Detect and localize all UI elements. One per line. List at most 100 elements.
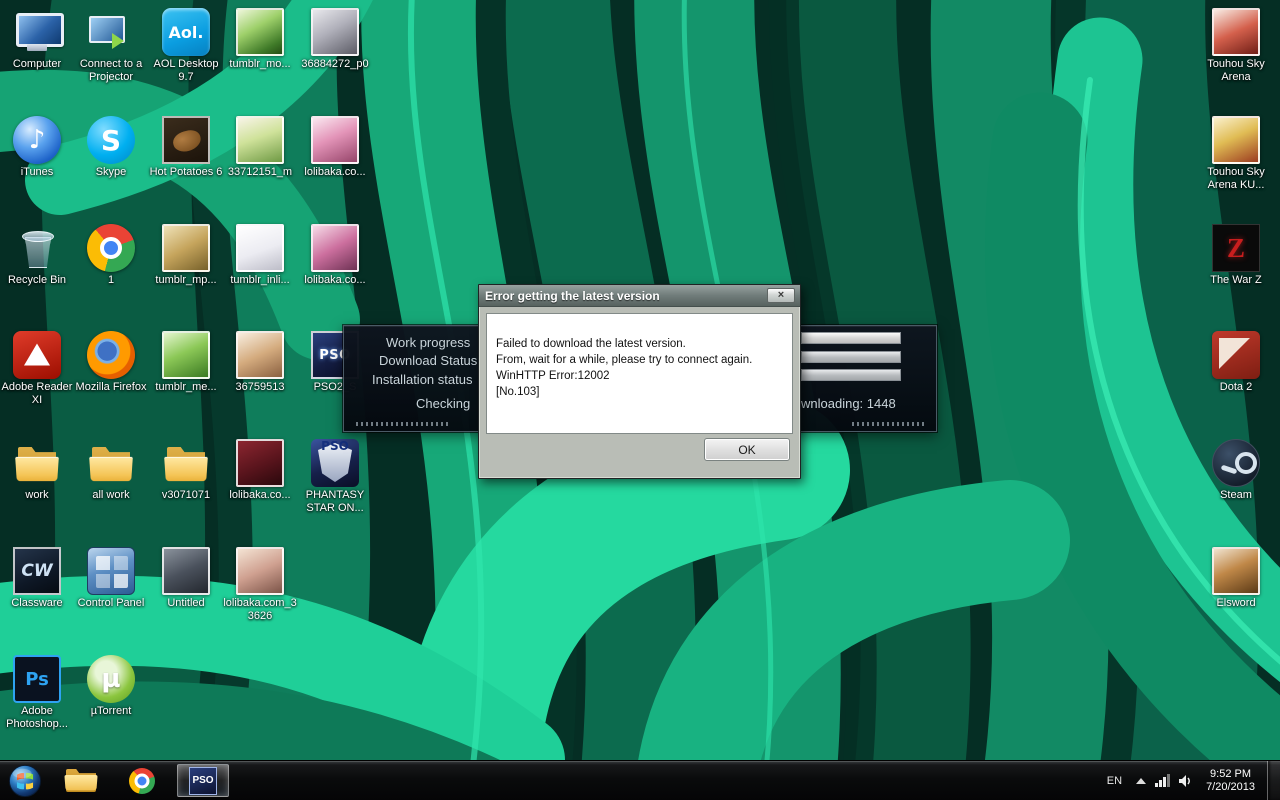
desktop-icon-control-panel[interactable]: Control Panel — [74, 547, 148, 610]
desktop-icon-elsword[interactable]: Elsword — [1199, 547, 1273, 610]
adobe-reader-icon — [13, 331, 61, 379]
desktop-icon-adobe-reader[interactable]: Adobe Reader XI — [0, 331, 74, 407]
aol-glyph: Aol. — [168, 22, 204, 42]
desktop-icon-itunes[interactable]: ♪ iTunes — [0, 116, 74, 179]
taskbar-chrome-button[interactable] — [116, 764, 168, 797]
downloading-label: wnloading: 1448 — [801, 396, 896, 411]
desktop-icon-touhou-sky-arena-ku[interactable]: Touhou Sky Arena KU... — [1199, 116, 1273, 192]
recycle-bin-icon — [13, 224, 61, 272]
desktop-icon-steam[interactable]: Steam — [1199, 439, 1273, 502]
desktop-icon-36884272[interactable]: 36884272_p0 — [298, 8, 372, 71]
network-tray-button[interactable] — [1152, 761, 1174, 800]
language-indicator[interactable]: EN — [1099, 775, 1130, 787]
desktop-icon-tumblr-mp[interactable]: tumblr_mp... — [149, 224, 223, 287]
desktop-icon-work[interactable]: work — [0, 439, 74, 502]
desktop-icon-lolibaka-3[interactable]: lolibaka.co... — [223, 439, 297, 502]
desktop-icon-tumblr-inli[interactable]: tumblr_inli... — [223, 224, 297, 287]
launcher-footer-text-left — [356, 422, 448, 426]
icon-label: iTunes — [20, 166, 54, 178]
explorer-folder-icon — [66, 769, 96, 792]
folder-icon — [162, 439, 210, 487]
music-note-icon: ♪ — [28, 125, 46, 155]
desktop-icon-lolibaka-1[interactable]: lolibaka.co... — [298, 116, 372, 179]
icon-label: µTorrent — [90, 705, 132, 717]
dialog-message-line: From, wait for a while, please try to co… — [496, 354, 753, 366]
desktop-icon-lolibaka-2[interactable]: lolibaka.co... — [298, 224, 372, 287]
desktop-icon-tumblr-me[interactable]: tumblr_me... — [149, 331, 223, 394]
desktop-icon-war-z[interactable]: Z The War Z — [1199, 224, 1273, 287]
clock-date: 7/20/2013 — [1206, 780, 1255, 793]
desktop-icon-touhou-sky-arena[interactable]: Touhou Sky Arena — [1199, 8, 1273, 84]
ps-glyph: Ps — [25, 668, 49, 690]
desktop-icon-skype[interactable]: S Skype — [74, 116, 148, 179]
system-tray: EN 9:52 PM 7/20/2013 — [1099, 761, 1280, 800]
image-thumbnail-icon — [236, 224, 284, 272]
desktop-icon-recycle-bin[interactable]: Recycle Bin — [0, 224, 74, 287]
desktop-icon-dota2[interactable]: Dota 2 — [1199, 331, 1273, 394]
icon-label: Untitled — [167, 597, 205, 609]
dialog-title: Error getting the latest version — [485, 288, 660, 303]
pso2-shield-icon: PSO — [311, 439, 359, 487]
computer-icon — [13, 8, 64, 56]
icon-label: 33712151_m — [227, 166, 293, 178]
icon-label: lolibaka.co... — [229, 489, 291, 501]
icon-label: Mozilla Firefox — [75, 381, 147, 393]
taskbar-pso2-button[interactable]: PSO — [177, 764, 229, 797]
firefox-icon — [87, 331, 135, 379]
war-z-icon: Z — [1212, 224, 1260, 272]
show-desktop-button[interactable] — [1267, 761, 1280, 800]
icon-label: Computer — [12, 58, 62, 70]
start-button[interactable] — [4, 761, 46, 800]
icon-label: Hot Potatoes 6 — [149, 166, 223, 178]
desktop-icon-33712151[interactable]: 33712151_m — [223, 116, 297, 179]
progress-bar-download — [801, 351, 901, 363]
icon-label: lolibaka.co... — [304, 166, 366, 178]
desktop-icon-tumblr-mo[interactable]: tumblr_mo... — [223, 8, 297, 71]
taskbar-explorer-button[interactable] — [55, 764, 107, 797]
desktop-icon-aol[interactable]: Aol. AOL Desktop 9.7 — [149, 8, 223, 84]
desktop-icon-utorrent[interactable]: µ µTorrent — [74, 655, 148, 718]
taskbar: PSO EN 9:52 PM 7/20/2013 — [0, 760, 1280, 800]
icon-label: 36884272_p0 — [301, 58, 369, 70]
dialog-message-panel: Failed to download the latest version. F… — [486, 313, 793, 434]
ok-button[interactable]: OK — [704, 438, 790, 461]
image-thumbnail-icon — [162, 331, 210, 379]
icon-label: tumblr_mp... — [155, 274, 217, 286]
image-thumbnail-icon — [311, 8, 359, 56]
chevron-up-icon — [1136, 777, 1147, 784]
volume-tray-button[interactable] — [1174, 761, 1196, 800]
icon-label: Steam — [1220, 489, 1252, 501]
aol-icon: Aol. — [162, 8, 210, 56]
cw-glyph: CW — [21, 561, 53, 581]
icon-label: Control Panel — [77, 597, 145, 609]
desktop-icon-hot-potatoes[interactable]: Hot Potatoes 6 — [149, 116, 223, 179]
desktop-icon-computer[interactable]: Computer — [0, 8, 74, 71]
desktop-icon-firefox[interactable]: Mozilla Firefox — [74, 331, 148, 394]
icon-label: v3071071 — [161, 489, 211, 501]
desktop-icon-lolibaka-33626[interactable]: lolibaka.com_33626 — [223, 547, 297, 623]
desktop-icon-all-work[interactable]: all work — [74, 439, 148, 502]
desktop-icon-36759513[interactable]: 36759513 — [223, 331, 297, 394]
dialog-titlebar[interactable]: Error getting the latest version × — [479, 285, 800, 307]
hidden-icons-button[interactable] — [1130, 761, 1152, 800]
taskbar-clock[interactable]: 9:52 PM 7/20/2013 — [1196, 768, 1267, 794]
download-status-label: Download Status — [379, 353, 478, 368]
desktop-icon-v3071071[interactable]: v3071071 — [149, 439, 223, 502]
windows-logo-icon — [8, 764, 42, 797]
work-progress-label: Work progress — [386, 335, 471, 350]
control-panel-icon — [87, 547, 135, 595]
close-icon[interactable]: × — [767, 288, 795, 303]
icon-label: 1 — [107, 274, 115, 286]
dialog-message-line: Failed to download the latest version. — [496, 338, 686, 350]
image-thumbnail-icon — [162, 224, 210, 272]
desktop-icon-connect-projector[interactable]: Connect to a Projector — [74, 8, 148, 84]
desktop-icon-photoshop[interactable]: Ps Adobe Photoshop... — [0, 655, 74, 731]
desktop-icon-1[interactable]: 1 — [74, 224, 148, 287]
image-thumbnail-icon — [311, 224, 359, 272]
desktop-icon-phantasy-star[interactable]: PSO PHANTASY STAR ON... — [298, 439, 372, 515]
desktop-icon-classware[interactable]: CW Classware — [0, 547, 74, 610]
image-thumbnail-icon — [1212, 8, 1260, 56]
icon-label: The War Z — [1210, 274, 1262, 286]
classware-icon: CW — [13, 547, 61, 595]
desktop-icon-untitled[interactable]: Untitled — [149, 547, 223, 610]
